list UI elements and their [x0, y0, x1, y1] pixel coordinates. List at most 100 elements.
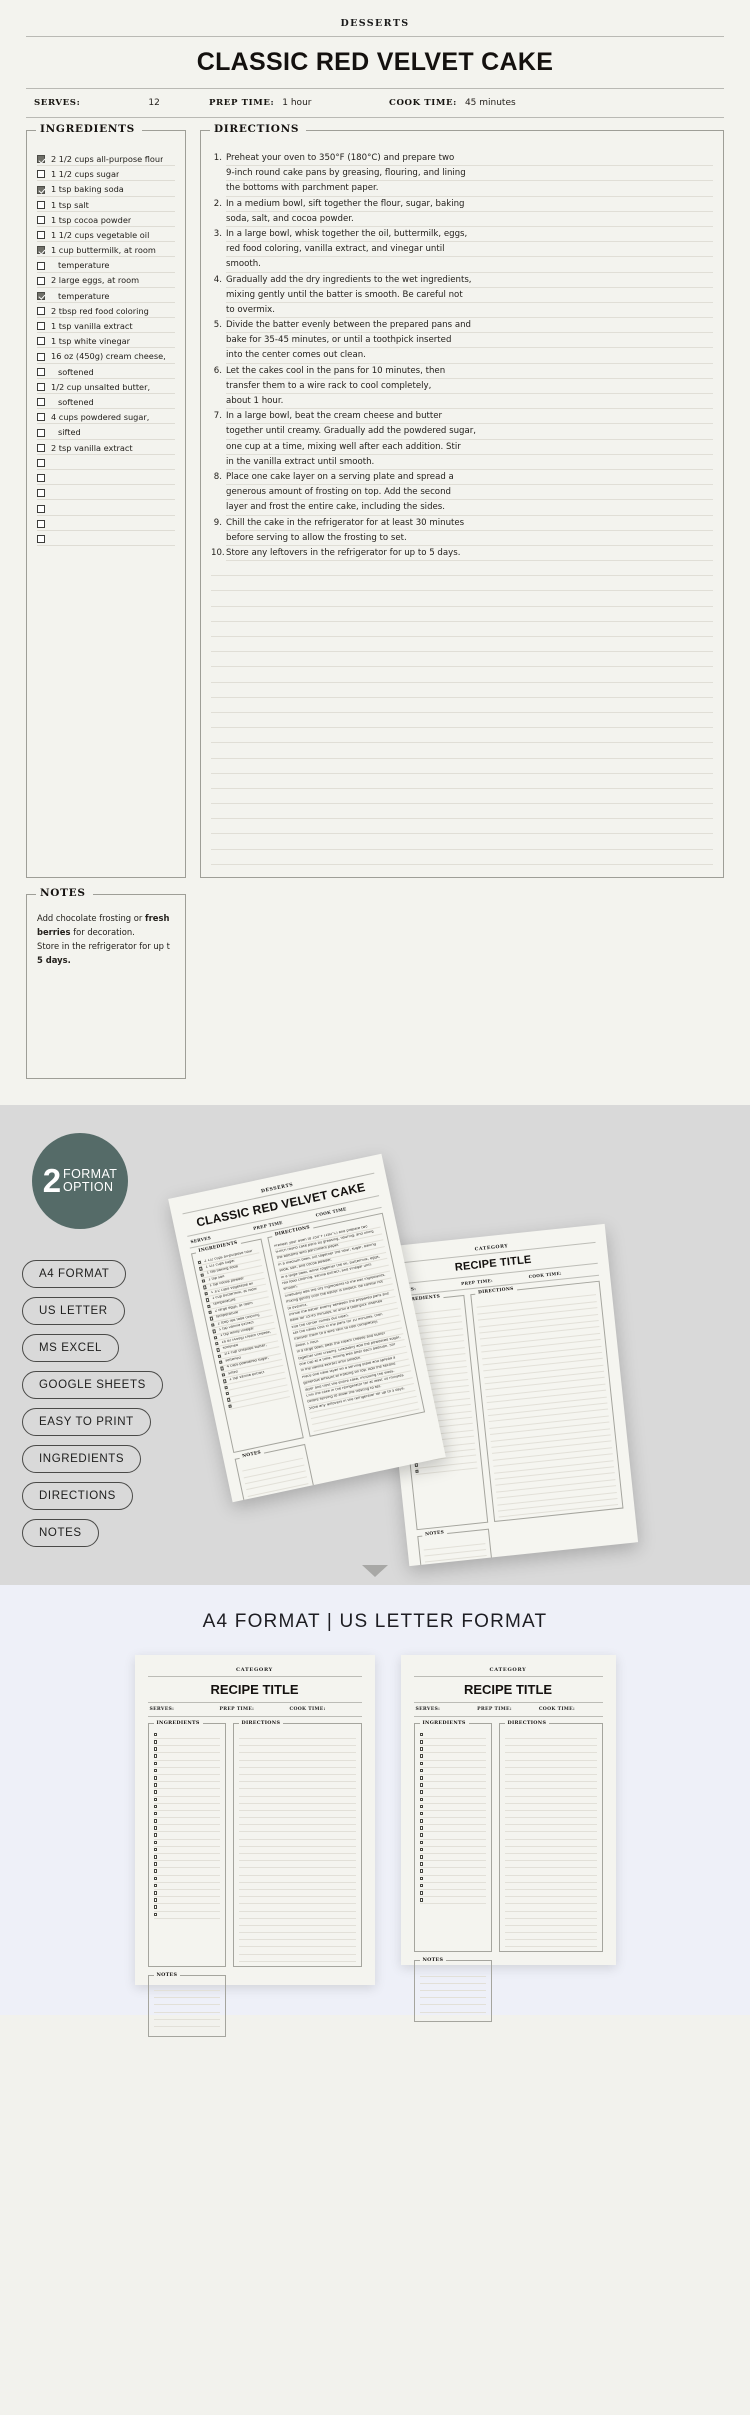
direction-blank-line[interactable]	[211, 789, 713, 805]
format-pill-google-sheets[interactable]: GOOGLE SHEETS	[22, 1370, 163, 1399]
ingredient-row[interactable]: 1 cup buttermilk, at room	[37, 242, 175, 258]
ingredient-checkbox[interactable]	[37, 291, 45, 300]
ingredient-checkbox[interactable]	[37, 489, 45, 498]
direction-blank-line[interactable]	[211, 591, 713, 607]
ingredient-row[interactable]	[37, 485, 175, 501]
footer-preview-directions-panel: DIRECTIONS	[498, 1719, 603, 1953]
footer-preview-ingredient-row	[153, 1804, 220, 1811]
ingredient-row[interactable]: 1/2 cup unsalted butter,	[37, 379, 175, 394]
notes-text: Add chocolate frosting or fresh berries …	[37, 911, 175, 967]
ingredient-row[interactable]: 1 tsp white vinegar	[37, 333, 175, 349]
ingredient-checkbox[interactable]	[37, 246, 45, 255]
ingredient-checkbox[interactable]	[37, 367, 45, 376]
footer-preview-checkbox	[153, 1833, 158, 1838]
direction-blank-line[interactable]	[211, 561, 713, 577]
format-pill-a4-format[interactable]: A4 FORMAT	[22, 1259, 127, 1288]
ingredient-checkbox[interactable]	[37, 383, 45, 391]
direction-blank-line[interactable]	[211, 607, 713, 622]
direction-line: 9-inch round cake pans by greasing, flou…	[226, 166, 713, 182]
direction-blank-line[interactable]	[211, 804, 713, 820]
ingredient-checkbox[interactable]	[37, 504, 45, 513]
ingredient-checkbox[interactable]	[37, 185, 45, 194]
ingredient-row[interactable]	[37, 470, 175, 486]
direction-line: red food coloring, vanilla extract, and …	[226, 242, 713, 258]
direction-blank-line[interactable]	[211, 698, 713, 713]
direction-step: 3. In a large bowl, whisk together the oi…	[211, 227, 713, 273]
ingredient-checkbox[interactable]	[37, 215, 45, 224]
direction-blank-line[interactable]	[211, 834, 713, 850]
ingredient-row[interactable]: temperature	[37, 257, 175, 273]
ingredient-row[interactable]: 1 1/2 cups sugar	[37, 166, 175, 182]
ingredient-row[interactable]: 1 tsp baking soda	[37, 181, 175, 197]
direction-blank-line[interactable]	[211, 728, 713, 744]
ingredient-checkbox[interactable]	[37, 231, 45, 240]
ingredient-row[interactable]: 16 oz (450g) cream cheese,	[37, 348, 175, 364]
ingredient-checkbox[interactable]	[37, 519, 45, 528]
format-pill-ms-excel[interactable]: MS EXCEL	[22, 1333, 119, 1362]
direction-blank-line[interactable]	[211, 743, 713, 759]
ingredient-row[interactable]	[37, 455, 175, 470]
direction-blank-line[interactable]	[211, 622, 713, 638]
ingredient-checkbox[interactable]	[37, 474, 45, 483]
format-pill-us-letter[interactable]: US LETTER	[22, 1296, 125, 1325]
format-pill-ingredients[interactable]: INGREDIENTS	[22, 1444, 142, 1473]
ingredient-checkbox[interactable]	[37, 428, 45, 437]
ingredient-checkbox[interactable]	[37, 352, 45, 361]
footer-preview-ingredient-row	[419, 1883, 486, 1890]
footer-preview-ingredient-row	[419, 1876, 486, 1883]
ingredient-row[interactable]: 2 tsp vanilla extract	[37, 440, 175, 455]
ingredient-checkbox[interactable]	[37, 443, 45, 452]
ingredient-row[interactable]: 1 tsp cocoa powder	[37, 212, 175, 227]
ingredient-row[interactable]: 2 tbsp red food coloring	[37, 303, 175, 319]
ingredient-row[interactable]: 1 tsp salt	[37, 197, 175, 212]
direction-blank-line[interactable]	[211, 713, 713, 729]
ingredient-row[interactable]: 4 cups powdered sugar,	[37, 409, 175, 425]
ingredient-row[interactable]	[37, 500, 175, 516]
ingredient-checkbox[interactable]	[37, 276, 45, 285]
ingredient-checkbox[interactable]	[37, 170, 45, 179]
ingredient-checkbox[interactable]	[37, 534, 45, 543]
footer-preview-direction-row	[238, 1775, 356, 1783]
ingredient-row[interactable]: 2 1/2 cups all-purpose flour	[37, 151, 175, 167]
ingredient-row[interactable]	[37, 516, 175, 531]
format-pill-directions[interactable]: DIRECTIONS	[22, 1481, 133, 1510]
ingredient-row[interactable]: temperature	[37, 288, 175, 303]
direction-step-lines: Divide the batter evenly between the pre…	[226, 318, 713, 364]
direction-blank-line[interactable]	[211, 576, 713, 592]
direction-blank-line[interactable]	[211, 819, 713, 835]
ingredient-row[interactable]: softened	[37, 364, 175, 379]
ingredient-label: 1 1/2 cups sugar	[51, 170, 120, 180]
ingredient-checkbox[interactable]	[37, 413, 45, 422]
direction-blank-line[interactable]	[211, 774, 713, 789]
ingredient-row[interactable]: 1 1/2 cups vegetable oil	[37, 227, 175, 243]
ingredient-checkbox[interactable]	[37, 155, 45, 164]
footer-preview-ingredient-row	[419, 1847, 486, 1855]
footer-preview-ingredient-row	[153, 1876, 220, 1883]
footer-preview-checkbox	[153, 1876, 158, 1881]
ingredient-checkbox[interactable]	[37, 398, 45, 407]
ingredient-checkbox[interactable]	[37, 322, 45, 331]
ingredient-row[interactable]	[37, 531, 175, 546]
ingredient-row[interactable]: softened	[37, 394, 175, 410]
direction-blank-line[interactable]	[211, 759, 713, 774]
ingredient-checkbox[interactable]	[37, 307, 45, 316]
direction-blank-line[interactable]	[211, 667, 713, 683]
direction-step: 1. Preheat your oven to 350°F (180°C) and…	[211, 151, 713, 197]
direction-line: transfer them to a wire rack to cool com…	[226, 379, 713, 394]
ingredient-checkbox[interactable]	[37, 261, 45, 270]
ingredient-checkbox[interactable]	[37, 458, 45, 467]
ingredient-row[interactable]: 1 tsp vanilla extract	[37, 318, 175, 334]
direction-blank-line[interactable]	[211, 683, 713, 698]
format-pill-easy-to-print[interactable]: EASY TO PRINT	[22, 1407, 151, 1436]
direction-blank-line[interactable]	[211, 637, 713, 653]
ingredient-row[interactable]: 2 large eggs, at room	[37, 273, 175, 288]
footer-preview-directions-legend: DIRECTIONS	[504, 1719, 550, 1726]
direction-blank-line[interactable]	[211, 652, 713, 668]
footer-preview-cook-time-label: COOK TIME:	[538, 1706, 575, 1712]
format-pill-notes[interactable]: NOTES	[22, 1518, 99, 1547]
ingredient-checkbox[interactable]	[37, 200, 45, 209]
ingredient-row[interactable]: sifted	[37, 424, 175, 440]
direction-blank-line[interactable]	[211, 850, 713, 865]
footer-preview-direction-row	[238, 1854, 356, 1862]
ingredient-checkbox[interactable]	[37, 337, 45, 346]
